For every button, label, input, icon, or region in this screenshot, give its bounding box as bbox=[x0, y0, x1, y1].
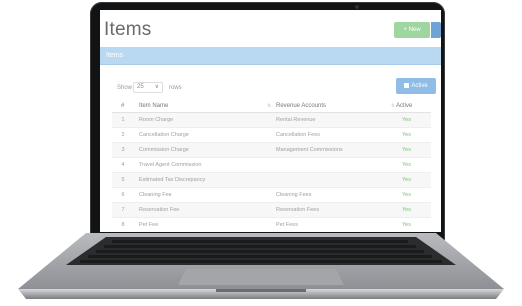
sort-icon[interactable]: ⇅ bbox=[267, 103, 271, 109]
table-body: 1 Room Charge Rental Revenue Yes 2 Cancellati… bbox=[112, 113, 431, 232]
table-row[interactable]: 4 Travel Agent Commission Yes bbox=[112, 158, 431, 173]
item-name: Pet Fee bbox=[139, 222, 159, 228]
item-name: Cancellation Charge bbox=[139, 132, 189, 138]
panel-header: Items bbox=[100, 47, 441, 65]
sort-icon[interactable]: ⇅ bbox=[391, 103, 395, 109]
checkbox-icon bbox=[404, 83, 410, 88]
page-size-value: 25 bbox=[137, 84, 144, 90]
row-number: 8 bbox=[121, 222, 125, 228]
item-name: Room Charge bbox=[139, 117, 174, 123]
row-number: 5 bbox=[121, 177, 125, 183]
row-number: 3 bbox=[121, 147, 125, 153]
active-filter-button[interactable]: Active bbox=[396, 78, 436, 94]
revenue-account: Cancellation Fees bbox=[276, 132, 321, 138]
chevron-down-icon: ∨ bbox=[154, 84, 159, 90]
laptop-base bbox=[16, 233, 506, 303]
revenue-account: Pet Fees bbox=[276, 222, 299, 228]
row-number: 2 bbox=[121, 132, 125, 138]
row-number: 4 bbox=[121, 162, 125, 168]
table-header: # Item Name ⇅ Revenue Accounts ⇅ Active bbox=[112, 100, 431, 113]
header-item-name[interactable]: Item Name bbox=[139, 103, 168, 109]
revenue-account: Rental Revenue bbox=[276, 117, 316, 123]
active-filter-label: Active bbox=[411, 83, 428, 89]
table-row[interactable]: 6 Cleaning Fee Cleaning Fees Yes bbox=[112, 188, 431, 203]
row-number: 1 bbox=[121, 117, 125, 123]
app-screen: Items + New Items Show 25 ∨ rows Active … bbox=[100, 10, 441, 232]
active-status: Yes bbox=[402, 177, 411, 183]
laptop-keyboard-deck bbox=[18, 233, 504, 299]
header-num[interactable]: # bbox=[121, 103, 124, 109]
revenue-account: Cleaning Fees bbox=[276, 192, 312, 198]
table-row[interactable]: 7 Reservation Fee Reservation Fees Yes bbox=[112, 203, 431, 218]
item-name: Estimated Tax Discrepancy bbox=[139, 177, 206, 183]
app-header: Items + New bbox=[100, 10, 441, 46]
revenue-account: Reservation Fees bbox=[276, 207, 320, 213]
item-name: Travel Agent Commission bbox=[139, 162, 202, 168]
page-size-select[interactable]: 25 ∨ bbox=[133, 82, 163, 93]
table-row[interactable]: 3 Commission Charge Management Commissions… bbox=[112, 143, 431, 158]
active-status: Yes bbox=[402, 222, 411, 228]
header-revenue-accounts[interactable]: Revenue Accounts bbox=[276, 103, 326, 109]
table-row[interactable]: 5 Estimated Tax Discrepancy Yes bbox=[112, 173, 431, 188]
page-title: Items bbox=[104, 19, 152, 40]
active-status: Yes bbox=[402, 117, 411, 123]
active-status: Yes bbox=[402, 207, 411, 213]
item-name: Commission Charge bbox=[139, 147, 189, 153]
rows-label: rows bbox=[169, 85, 182, 91]
webcam-icon bbox=[355, 5, 359, 9]
more-options-button[interactable] bbox=[431, 22, 441, 38]
row-number: 6 bbox=[121, 192, 125, 198]
header-active[interactable]: Active bbox=[396, 103, 412, 109]
row-number: 7 bbox=[121, 207, 125, 213]
item-name: Reservation Fee bbox=[139, 207, 180, 213]
table-row[interactable]: 1 Room Charge Rental Revenue Yes bbox=[112, 113, 431, 128]
active-status: Yes bbox=[402, 192, 411, 198]
active-status: Yes bbox=[402, 147, 411, 153]
table-row[interactable]: 2 Cancellation Charge Cancellation Fees Yes bbox=[112, 128, 431, 143]
item-name: Cleaning Fee bbox=[139, 192, 172, 198]
new-item-button[interactable]: + New bbox=[394, 22, 430, 38]
active-status: Yes bbox=[402, 132, 411, 138]
table-controls: Show 25 ∨ rows Active bbox=[100, 72, 441, 94]
panel-title: Items bbox=[106, 52, 124, 59]
show-label: Show bbox=[117, 85, 133, 91]
items-table: # Item Name ⇅ Revenue Accounts ⇅ Active … bbox=[112, 100, 431, 232]
active-status: Yes bbox=[402, 162, 411, 168]
table-row[interactable]: 8 Pet Fee Pet Fees Yes bbox=[112, 218, 431, 232]
revenue-account: Management Commissions bbox=[276, 147, 343, 153]
